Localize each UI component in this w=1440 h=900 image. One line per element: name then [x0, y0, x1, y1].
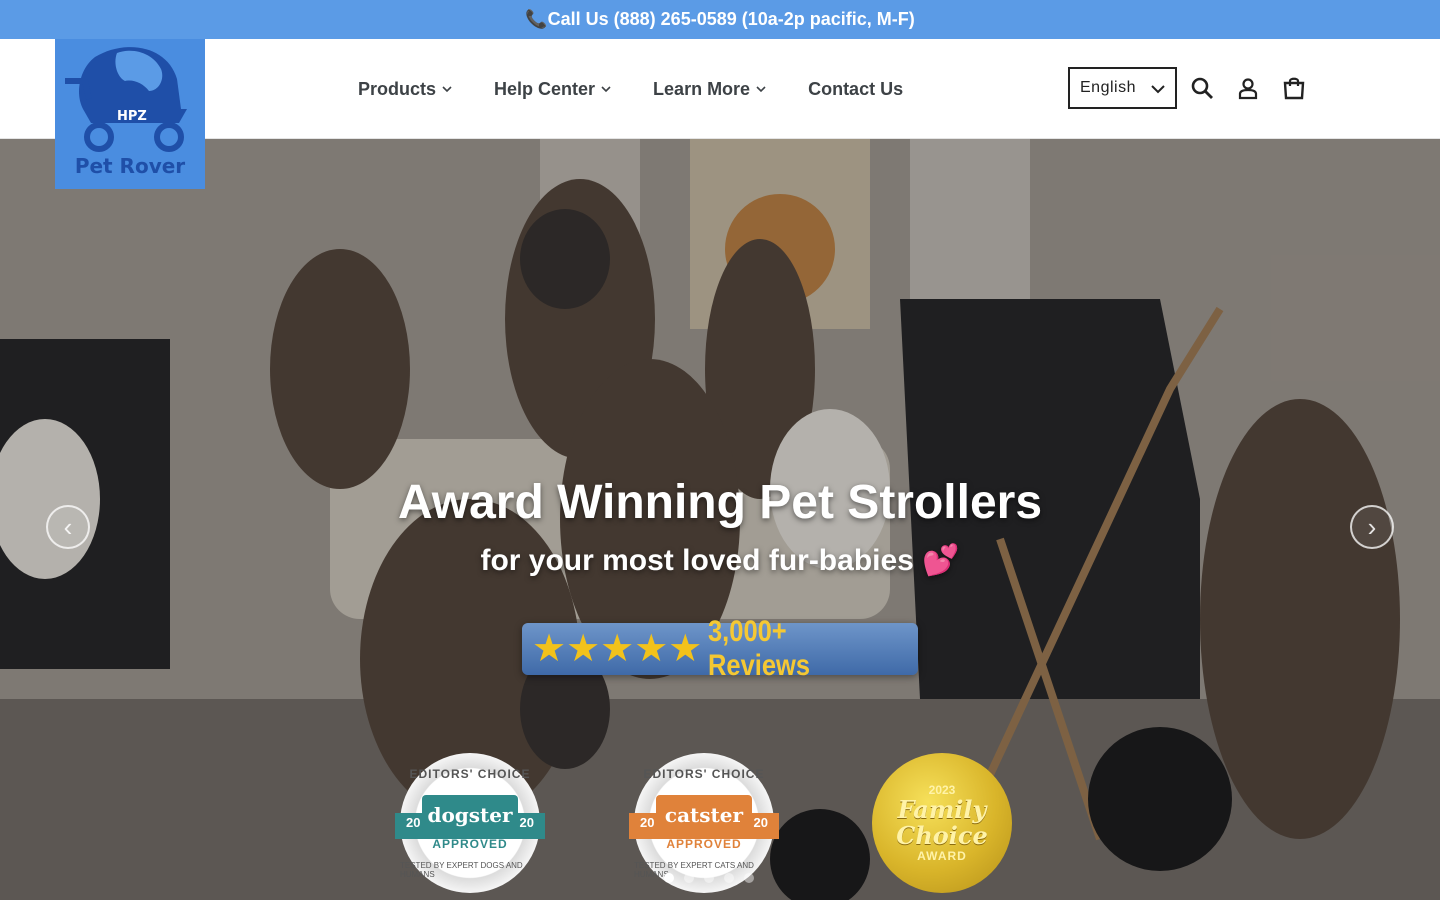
badge-year-left: 20	[640, 815, 655, 830]
badge-year-left: 20	[406, 815, 421, 830]
language-value: English	[1080, 79, 1136, 96]
slide-dot[interactable]	[704, 873, 714, 883]
nav-label: Help Center	[494, 78, 596, 99]
search-icon[interactable]	[1190, 76, 1214, 100]
brand-mark: HPZ	[117, 109, 147, 124]
reviews-banner[interactable]: ★★★★★ 3,000+ Reviews	[522, 615, 918, 682]
badge-bottom-text: TESTED BY EXPERT DOGS AND HUMANS	[400, 861, 523, 879]
catster-badge: EDITORS' CHOICE 20 20 catster APPROVED T…	[629, 753, 779, 893]
account-icon[interactable]	[1236, 76, 1260, 100]
badge-year-right: 20	[753, 815, 768, 830]
slide-dot[interactable]	[684, 873, 694, 883]
badge-top-text: EDITORS' CHOICE	[409, 767, 531, 781]
announcement-text[interactable]: 📞Call Us (888) 265-0589 (10a-2p pacific,…	[525, 9, 915, 30]
badge-name: dogster	[422, 795, 518, 835]
chevron-down-icon	[601, 86, 611, 93]
brand-logo[interactable]: HPZ Pet Rover	[55, 39, 205, 189]
slide-dot[interactable]	[744, 873, 754, 883]
hero-subtitle: for your most loved fur-babies 💕	[480, 544, 960, 577]
badge-year-right: 20	[519, 815, 534, 830]
chevron-down-icon	[442, 86, 452, 93]
stroller-logo-icon: HPZ	[65, 47, 187, 152]
nav-label: Contact Us	[808, 78, 904, 99]
slide-dot[interactable]	[724, 873, 734, 883]
brand-name: Pet Rover	[74, 154, 186, 178]
nav-label: Learn More	[653, 78, 751, 99]
previous-slide-button[interactable]: ‹	[46, 505, 90, 549]
hero-slideshow: Award Winning Pet Strollers for your mos…	[0, 139, 1440, 900]
nav-contact-us[interactable]: Contact Us	[808, 79, 903, 100]
badge-name: Family Choice	[896, 795, 988, 850]
cart-icon[interactable]	[1282, 76, 1306, 100]
chevron-right-icon: ›	[1367, 511, 1377, 542]
badge-status: AWARD	[917, 849, 967, 863]
announcement-bar: 📞Call Us (888) 265-0589 (10a-2p pacific,…	[0, 0, 1440, 39]
badge-name: catster	[656, 795, 752, 835]
family-choice-award-badge: 2023 Family Choice AWARD	[872, 753, 1012, 893]
nav-label: Products	[358, 78, 437, 99]
nav-learn-more[interactable]: Learn More	[653, 79, 766, 100]
dogster-badge: EDITORS' CHOICE 20 20 dogster APPROVED T…	[395, 753, 545, 893]
hero-title: Award Winning Pet Strollers	[397, 476, 1043, 529]
main-nav: Products Help Center Learn More Contact …	[358, 39, 945, 139]
reviews-count: 3,000+ Reviews	[708, 615, 811, 682]
chevron-left-icon: ‹	[63, 511, 73, 542]
site-header: HPZ Pet Rover Products Help Center Learn…	[0, 39, 1440, 189]
star-rating: ★★★★★	[532, 628, 703, 670]
badge-top-text: EDITORS' CHOICE	[643, 767, 765, 781]
nav-help-center[interactable]: Help Center	[494, 79, 611, 100]
chevron-down-icon	[1151, 85, 1165, 94]
next-slide-button[interactable]: ›	[1350, 505, 1394, 549]
language-select[interactable]: English	[1068, 67, 1177, 109]
nav-products[interactable]: Products	[358, 79, 452, 100]
chevron-down-icon	[756, 86, 766, 93]
slide-dot[interactable]	[664, 873, 674, 883]
slide-indicators	[664, 873, 754, 883]
